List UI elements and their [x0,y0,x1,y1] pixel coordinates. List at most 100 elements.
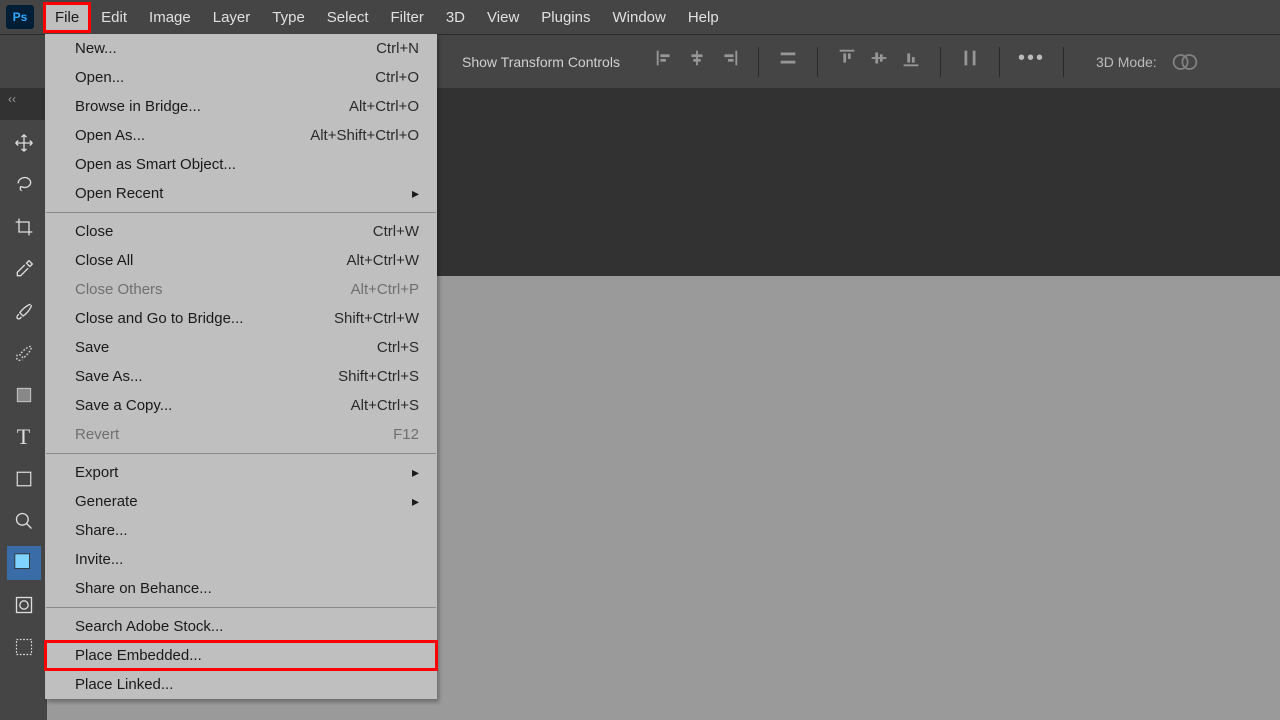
menu-separator [46,607,436,608]
menu-item-label: Place Linked... [75,676,173,693]
type-tool[interactable]: T [7,420,41,454]
menu-item-label: Close [75,223,113,240]
crop-tool[interactable] [7,210,41,244]
menu-help[interactable]: Help [677,3,730,32]
menu-window[interactable]: Window [601,3,676,32]
menu-item-shortcut: Ctrl+S [377,339,419,356]
show-transform-label[interactable]: Show Transform Controls [462,54,620,70]
menu-item-save[interactable]: Save Ctrl+S [45,333,437,362]
menu-item-shortcut: Shift+Ctrl+S [338,368,419,385]
menu-item-shortcut: Alt+Ctrl+P [351,281,419,298]
menu-item-open-as[interactable]: Open As... Alt+Shift+Ctrl+O [45,121,437,150]
menu-filter[interactable]: Filter [380,3,435,32]
menu-item-label: Open as Smart Object... [75,156,236,173]
align-bottom-icon[interactable] [900,47,922,69]
align-center-h-icon[interactable] [686,47,708,69]
menu-item-label: Save As... [75,368,143,385]
menu-view[interactable]: View [476,3,530,32]
more-options-icon[interactable]: ••• [1018,47,1045,77]
menu-item-label: Close All [75,252,133,269]
quick-mask-tool[interactable] [7,588,41,622]
menu-separator [46,212,436,213]
align-top-icon[interactable] [836,47,858,69]
eyedropper-tool[interactable] [7,252,41,286]
menubar: Ps FileEditImageLayerTypeSelectFilter3DV… [0,0,1280,34]
menu-item-open[interactable]: Open... Ctrl+O [45,63,437,92]
menu-item-shortcut: Alt+Ctrl+O [349,98,419,115]
align-middle-icon[interactable] [868,47,890,69]
menu-item-new[interactable]: New... Ctrl+N [45,34,437,63]
menu-item-label: Save [75,339,109,356]
menu-item-save-a-copy[interactable]: Save a Copy...Alt+Ctrl+S [45,391,437,420]
app-logo: Ps [6,5,34,29]
3d-mode-label: 3D Mode: [1096,54,1157,70]
menu-item-close-all[interactable]: Close All Alt+Ctrl+W [45,246,437,275]
file-menu-dropdown: New... Ctrl+N Open... Ctrl+O Browse in Bridg… [45,34,437,699]
menu-item-shortcut: Shift+Ctrl+W [334,310,419,327]
screen-mode-tool[interactable] [7,630,41,664]
menu-item-label: Browse in Bridge... [75,98,201,115]
align-left-icon[interactable] [654,47,676,69]
align-right-icon[interactable] [718,47,740,69]
menu-item-shortcut: Ctrl+N [376,40,419,57]
distribute-icon[interactable] [777,47,799,69]
distribute-v-icon[interactable] [959,47,981,69]
collapse-handle-icon[interactable]: ‹‹ [8,92,16,106]
menu-item-label: Generate [75,493,138,510]
menu-item-label: Revert [75,426,119,443]
menu-item-label: Open Recent [75,185,163,202]
menu-item-label: Place Embedded... [75,647,202,664]
menu-item-revert: Revert F12 [45,420,437,449]
menu-item-label: Share... [75,522,128,539]
menu-item-generate[interactable]: Generate [45,487,437,516]
menu-image[interactable]: Image [138,3,202,32]
menu-item-share[interactable]: Share... [45,516,437,545]
rectangle-fill-tool[interactable] [7,378,41,412]
toolbar: T [0,120,47,720]
menu-item-close-and-go-to-bridge[interactable]: Close and Go to Bridge... Shift+Ctrl+W [45,304,437,333]
menu-item-share-on-behance[interactable]: Share on Behance... [45,574,437,603]
3d-mode-icon[interactable] [1171,51,1199,73]
menu-item-label: Invite... [75,551,123,568]
move-tool[interactable] [7,126,41,160]
menu-select[interactable]: Select [316,3,380,32]
menu-item-shortcut: Alt+Ctrl+W [346,252,419,269]
menu-item-browse-in-bridge[interactable]: Browse in Bridge... Alt+Ctrl+O [45,92,437,121]
menu-item-label: Search Adobe Stock... [75,618,223,635]
foreground-color[interactable] [7,546,41,580]
menu-item-open-as-smart-object[interactable]: Open as Smart Object... [45,150,437,179]
menu-layer[interactable]: Layer [202,3,262,32]
menu-item-shortcut: Ctrl+O [375,69,419,86]
menu-item-label: New... [75,40,117,57]
menu-3d[interactable]: 3D [435,3,476,32]
menu-plugins[interactable]: Plugins [530,3,601,32]
rectangle-shape-tool[interactable] [7,462,41,496]
menu-item-shortcut: Alt+Shift+Ctrl+O [310,127,419,144]
menu-item-label: Close and Go to Bridge... [75,310,243,327]
menu-item-export[interactable]: Export [45,458,437,487]
align-icons: ••• [654,47,1072,77]
menu-item-label: Open As... [75,127,145,144]
brush-tool[interactable] [7,294,41,328]
menu-item-label: Share on Behance... [75,580,212,597]
menu-item-open-recent[interactable]: Open Recent [45,179,437,208]
menu-item-shortcut: F12 [393,426,419,443]
menu-file[interactable]: File [44,3,90,32]
menu-item-shortcut: Ctrl+W [373,223,419,240]
menu-item-invite[interactable]: Invite... [45,545,437,574]
menu-item-close[interactable]: Close Ctrl+W [45,217,437,246]
menu-item-label: Save a Copy... [75,397,172,414]
history-brush-tool[interactable] [7,336,41,370]
menu-item-label: Close Others [75,281,163,298]
menu-edit[interactable]: Edit [90,3,138,32]
menu-item-label: Open... [75,69,124,86]
menu-item-place-embedded[interactable]: Place Embedded... [45,641,437,670]
menu-item-place-linked[interactable]: Place Linked... [45,670,437,699]
menu-item-close-others: Close Others Alt+Ctrl+P [45,275,437,304]
menu-item-label: Export [75,464,118,481]
zoom-tool[interactable] [7,504,41,538]
lasso-tool[interactable] [7,168,41,202]
menu-item-search-adobe-stock[interactable]: Search Adobe Stock... [45,612,437,641]
menu-item-save-as[interactable]: Save As... Shift+Ctrl+S [45,362,437,391]
menu-type[interactable]: Type [261,3,316,32]
